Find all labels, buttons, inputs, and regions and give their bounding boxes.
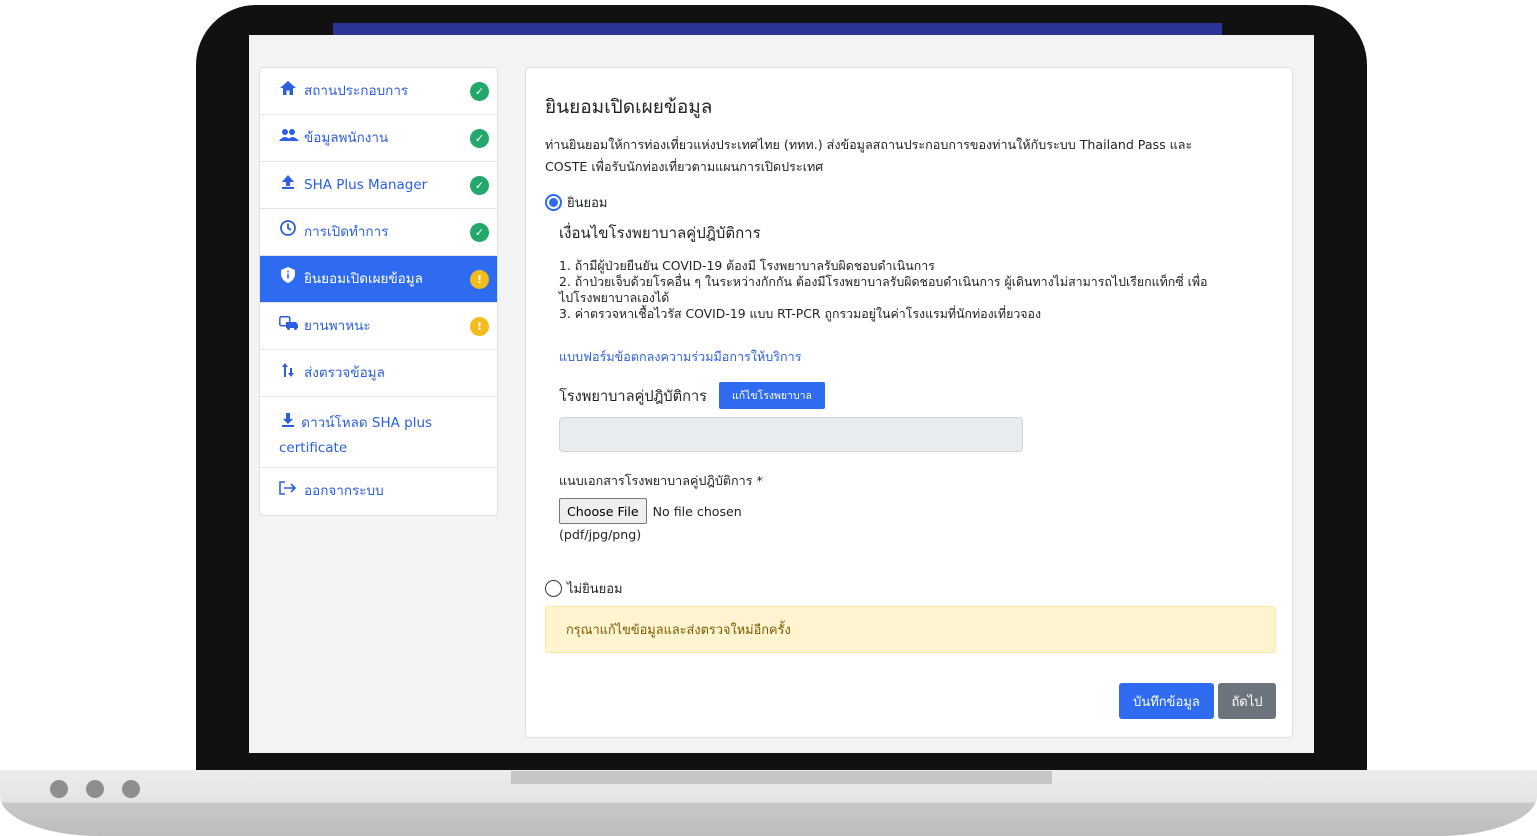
download-icon <box>279 411 297 436</box>
sidebar-nav: สถานประกอบการ ✓ ข้อมูลพนักงาน ✓ SHA Plus… <box>259 67 498 516</box>
sidebar-item-label-line2: certificate <box>279 440 348 456</box>
check-icon: ✓ <box>470 222 489 242</box>
sidebar-item-sha-plus-manager[interactable]: SHA Plus Manager ✓ <box>260 162 497 209</box>
sidebar-item-establishment[interactable]: สถานประกอบการ ✓ <box>260 68 497 115</box>
sidebar-item-label: ดาวน์โหลด SHA plus <box>301 415 433 431</box>
shield-icon <box>279 266 297 292</box>
file-type-hint: (pdf/jpg/png) <box>559 527 642 542</box>
edit-hospital-button[interactable]: แก้ไขโรงพยาบาล <box>719 382 825 409</box>
indicator-dot <box>86 780 104 798</box>
warning-icon: ! <box>470 316 489 336</box>
sidebar-item-label: การเปิดทำการ <box>304 223 389 240</box>
upload-arrow-icon <box>279 173 297 198</box>
vehicle-icon <box>279 314 298 339</box>
check-icon: ✓ <box>470 175 489 195</box>
consent-radio-label: ยินยอม <box>567 196 608 211</box>
save-button[interactable]: บันทึกข้อมูล <box>1119 683 1214 719</box>
page-title: ยินยอมเปิดเผยข้อมูล <box>545 96 713 118</box>
sidebar-item-label: ข้อมูลพนักงาน <box>304 129 389 146</box>
check-icon: ✓ <box>470 128 489 148</box>
hospital-label: โรงพยาบาลคู่ปฎิบัติการ <box>559 388 708 405</box>
check-icon: ✓ <box>470 81 489 101</box>
agreement-form-link[interactable]: แบบฟอร์มข้อตกลงความร่วมมือการให้บริการ <box>559 347 802 367</box>
header-bar <box>333 23 1222 35</box>
sidebar-item-consent[interactable]: ยินยอมเปิดเผยข้อมูล ! <box>260 256 497 303</box>
file-status: No file chosen <box>652 503 742 519</box>
file-upload: Choose File No file chosen <box>559 498 742 524</box>
sidebar-item-logout[interactable]: ออกจากระบบ <box>260 468 497 515</box>
sidebar-item-label: ออกจากระบบ <box>304 483 384 499</box>
indicator-dot <box>122 780 140 798</box>
sidebar-item-label: SHA Plus Manager <box>304 176 428 193</box>
home-icon <box>279 79 297 104</box>
indicator-dot <box>50 780 68 798</box>
clock-icon <box>279 219 297 245</box>
app-screen: สถานประกอบการ ✓ ข้อมูลพนักงาน ✓ SHA Plus… <box>249 35 1314 753</box>
condition-title: เงื่อนไขโรงพยาบาลคู่ปฎิบัติการ <box>559 224 761 242</box>
intro-line-1: ท่านยินยอมให้การท่องเที่ยวแห่งประเทศไทย … <box>545 137 1193 152</box>
warning-icon: ! <box>470 269 489 289</box>
sidebar-item-label: ยินยอมเปิดเผยข้อมูล <box>304 270 423 287</box>
condition-item: 1. ถ้ามีผู้ป่วยยืนยัน COVID-19 ต้องมี โร… <box>559 258 935 273</box>
decline-radio[interactable]: ไม่ยินยอม <box>545 578 623 599</box>
radio-unselected-icon[interactable] <box>545 580 562 597</box>
consent-radio[interactable]: ยินยอม <box>545 192 608 213</box>
consent-intro: ท่านยินยอมให้การท่องเที่ยวแห่งประเทศไทย … <box>545 134 1265 178</box>
sidebar-item-label: ยานพาหนะ <box>304 317 371 334</box>
sidebar-item-label: สถานประกอบการ <box>304 82 409 99</box>
sidebar-item-download-certificate[interactable]: ดาวน์โหลด SHA plus certificate <box>260 397 497 468</box>
logout-icon <box>279 479 297 504</box>
decline-radio-label: ไม่ยินยอม <box>567 582 623 597</box>
hospital-field[interactable] <box>559 417 1023 452</box>
laptop-indicator-dots <box>50 780 140 798</box>
sidebar-item-label: ส่งตรวจข้อมูล <box>304 364 385 381</box>
next-button[interactable]: ถัดไป <box>1218 683 1276 719</box>
condition-item: 2. ถ้าป่วยเจ็บด้วยโรคอื่น ๆ ในระหว่างกัก… <box>559 274 1208 289</box>
sidebar-item-submit-review[interactable]: ส่งตรวจข้อมูล <box>260 350 497 397</box>
laptop-hinge <box>511 771 1052 784</box>
warning-alert: กรุณาแก้ไขข้อมูลและส่งตรวจใหม่อีกครั้ง <box>545 606 1276 653</box>
radio-selected-icon[interactable] <box>545 194 562 211</box>
sidebar-item-opening[interactable]: การเปิดทำการ ✓ <box>260 209 497 256</box>
users-icon <box>279 126 299 151</box>
consent-panel: ยินยอมเปิดเผยข้อมูล ท่านยินยอมให้การท่อง… <box>525 67 1293 738</box>
condition-item: 3. ค่าตรวจหาเชื้อไวรัส COVID-19 แบบ RT-P… <box>559 306 1042 321</box>
choose-file-button[interactable]: Choose File <box>559 498 647 524</box>
sidebar-item-employees[interactable]: ข้อมูลพนักงาน ✓ <box>260 115 497 162</box>
condition-list: 1. ถ้ามีผู้ป่วยยืนยัน COVID-19 ต้องมี โร… <box>559 258 1279 322</box>
document-label: แนบเอกสารโรงพยาบาลคู่ปฎิบัติการ * <box>559 473 763 488</box>
sort-arrows-icon <box>279 361 297 386</box>
intro-line-2: COSTE เพื่อรับนักท่องเที่ยวตามแผนการเปิด… <box>545 159 824 174</box>
sidebar-item-vehicle[interactable]: ยานพาหนะ ! <box>260 303 497 350</box>
condition-item: ไปโรงพยาบาลเองได้ <box>559 290 670 305</box>
